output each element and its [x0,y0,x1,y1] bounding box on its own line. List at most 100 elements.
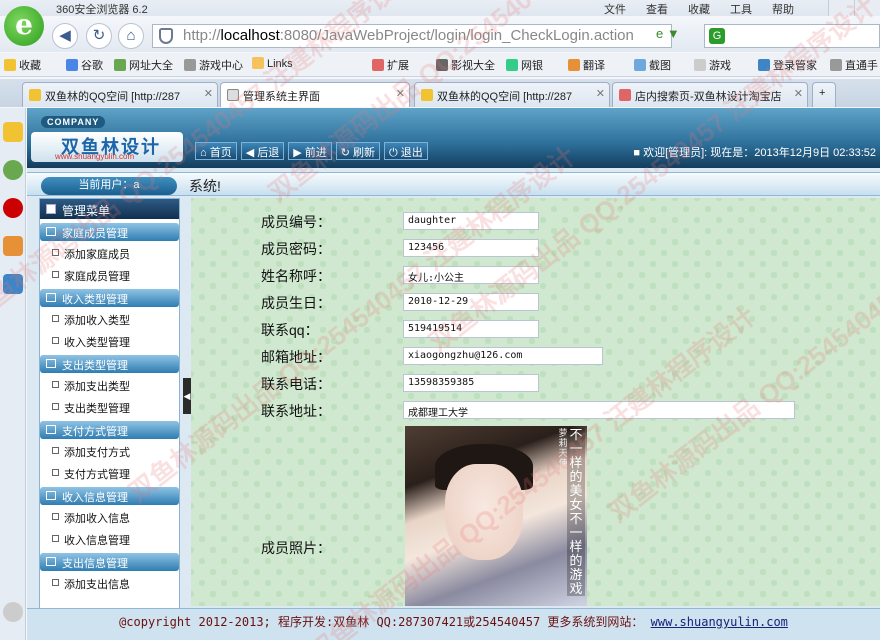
menu-file[interactable]: 文件 [604,4,626,16]
browser-menubar: 文件 查看 收藏 工具 帮助 [604,1,814,17]
field-label: 联系电话： [261,376,331,392]
doc-icon [52,469,59,476]
menu-view[interactable]: 查看 [646,4,668,16]
menu-item-manage-payment[interactable]: 支付方式管理 [40,461,179,483]
menu-item-add-income-type[interactable]: 添加收入类型 [40,307,179,329]
birthday-field[interactable]: 2010-12-29 [403,293,539,311]
fav-item[interactable]: 登录管家 [758,57,817,73]
nav-refresh-button[interactable]: ↻ 刷新 [335,142,381,160]
group-icon [46,425,56,434]
star-icon[interactable] [3,122,23,142]
browser-sidebar [0,108,26,640]
qq-field[interactable]: 519419514 [403,320,539,338]
fav-item[interactable]: 影视大全 [436,57,495,73]
menu-group-income-type[interactable]: 收入类型管理 [40,289,179,307]
site-header: COMPANY 双鱼林设计 www.shuangyulin.com ⌂ 首页 ◀… [27,108,880,168]
menu-item-manage-income-type[interactable]: 收入类型管理 [40,329,179,351]
menu-item-add-payment[interactable]: 添加支付方式 [40,439,179,461]
fav-item[interactable]: Links [252,57,293,70]
system-label: 系统! [189,178,221,194]
menu-tools[interactable]: 工具 [730,4,752,16]
fav-item[interactable]: 收藏 [4,57,41,73]
group-icon [46,293,56,302]
doc-icon [52,337,59,344]
browser-logo-icon[interactable]: e [4,6,44,46]
site-footer: @copyright 2012-2013; 程序开发:双鱼林 QQ:287307… [27,608,880,640]
nav-forward-button[interactable]: ▶ 前进 [288,142,332,160]
browser-tab[interactable]: 店内搜索页-双鱼林设计淘宝店 ✕ [612,82,808,107]
status-strip: 当前用户：a 系统! [27,172,880,196]
menu-item-add-member[interactable]: 添加家庭成员 [40,241,179,263]
company-badge: COMPANY [41,116,106,128]
nav-back-button[interactable]: ◀ 后退 [240,142,285,160]
fav-item[interactable]: 网址大全 [114,57,173,73]
shield-icon [159,28,173,44]
new-tab-button[interactable]: + [812,82,836,107]
fav-item[interactable]: 翻译 [568,57,605,73]
menu-item-add-expense-type[interactable]: 添加支出类型 [40,373,179,395]
gear-icon[interactable] [3,602,23,622]
ie-mode-icon[interactable]: e ▼ [656,26,680,41]
top-nav: ⌂ 首页 ◀ 后退 ▶ 前进 ↻ 刷新 ⏻ 退出 [195,142,432,160]
menu-item-add-income[interactable]: 添加收入信息 [40,505,179,527]
member-detail-panel: 成员编号： daughter 成员密码： 123456 姓名称呼： 女儿:小公主… [191,198,880,606]
menu-group-income-info[interactable]: 收入信息管理 [40,487,179,505]
app-icon[interactable] [3,274,23,294]
fav-item[interactable]: 游戏中心 [184,57,243,73]
menu-item-manage-member[interactable]: 家庭成员管理 [40,263,179,285]
member-id-field[interactable]: daughter [403,212,539,230]
search-engine-icon: G [709,28,725,44]
maximize-button[interactable] [854,0,880,16]
minimize-button[interactable] [828,0,854,16]
menu-favorites[interactable]: 收藏 [688,4,710,16]
browser-tab-active[interactable]: 管理系统主界面 ✕ [220,82,410,107]
field-label: 成员密码： [261,241,331,257]
copyright-text: @copyright 2012-2013; 程序开发:双鱼林 QQ:287307… [119,615,644,629]
doc-icon [52,513,59,520]
nav-home-button[interactable]: ⌂ 首页 [195,142,237,160]
weibo-icon[interactable] [3,198,23,218]
browser-tabbar: 双鱼林的QQ空间 [http://287 ✕ 管理系统主界面 ✕ 双鱼林的QQ空间 … [0,79,880,107]
browser-tab[interactable]: 双鱼林的QQ空间 [http://287 ✕ [414,82,610,107]
mail-icon[interactable] [3,236,23,256]
menu-group-member[interactable]: 家庭成员管理 [40,223,179,241]
doc-icon [52,403,59,410]
search-input[interactable]: G [704,24,880,48]
address-bar[interactable]: http://localhost:8080/JavaWebProject/log… [152,24,672,48]
menu-help[interactable]: 帮助 [772,4,794,16]
site-logo-url: www.shuangyulin.com [55,152,135,161]
sidebar-toggle[interactable]: ◀ [183,378,191,414]
menu-group-expense-info[interactable]: 支出信息管理 [40,553,179,571]
password-field[interactable]: 123456 [403,239,539,257]
back-icon[interactable]: ◀ [52,23,78,49]
footer-link[interactable]: www.shuangyulin.com [651,615,788,629]
field-label: 联系qq： [261,322,319,338]
menu-item-manage-income[interactable]: 收入信息管理 [40,527,179,549]
fav-item[interactable]: 扩展 [372,57,409,73]
email-field[interactable]: xiaogongzhu@126.com [403,347,603,365]
fav-item[interactable]: 网银 [506,57,543,73]
menu-group-expense-type[interactable]: 支出类型管理 [40,355,179,373]
fav-item[interactable]: 谷歌 [66,57,103,73]
clock-icon[interactable] [3,160,23,180]
webpage: COMPANY 双鱼林设计 www.shuangyulin.com ⌂ 首页 ◀… [27,108,880,640]
fav-item[interactable]: 直通手 [830,57,878,73]
menu-group-payment[interactable]: 支付方式管理 [40,421,179,439]
home-icon[interactable]: ⌂ [118,23,144,49]
menu-item-add-expense[interactable]: 添加支出信息 [40,571,179,593]
fav-item[interactable]: 游戏 [694,57,731,73]
welcome-text: ■ 欢迎[管理员]: 现在是：2013年12月9日 02:33:52 [633,147,876,159]
address-field[interactable]: 成都理工大学 [403,401,795,419]
favorites-bar: 收藏 谷歌 网址大全 游戏中心 Links 扩展 影视大全 网银 翻译 截图 游… [0,53,880,77]
name-field[interactable]: 女儿:小公主 [403,266,539,284]
field-label: 成员编号： [261,214,331,230]
group-icon [46,557,56,566]
site-logo: 双鱼林设计 www.shuangyulin.com [31,132,183,162]
refresh-icon[interactable]: ↻ [86,23,112,49]
browser-tab[interactable]: 双鱼林的QQ空间 [http://287 ✕ [22,82,218,107]
menu-item-manage-expense-type[interactable]: 支出类型管理 [40,395,179,417]
current-user-label: 当前用户：a [41,177,177,195]
phone-field[interactable]: 13598359385 [403,374,539,392]
nav-logout-button[interactable]: ⏻ 退出 [384,142,428,160]
fav-item[interactable]: 截图 [634,57,671,73]
